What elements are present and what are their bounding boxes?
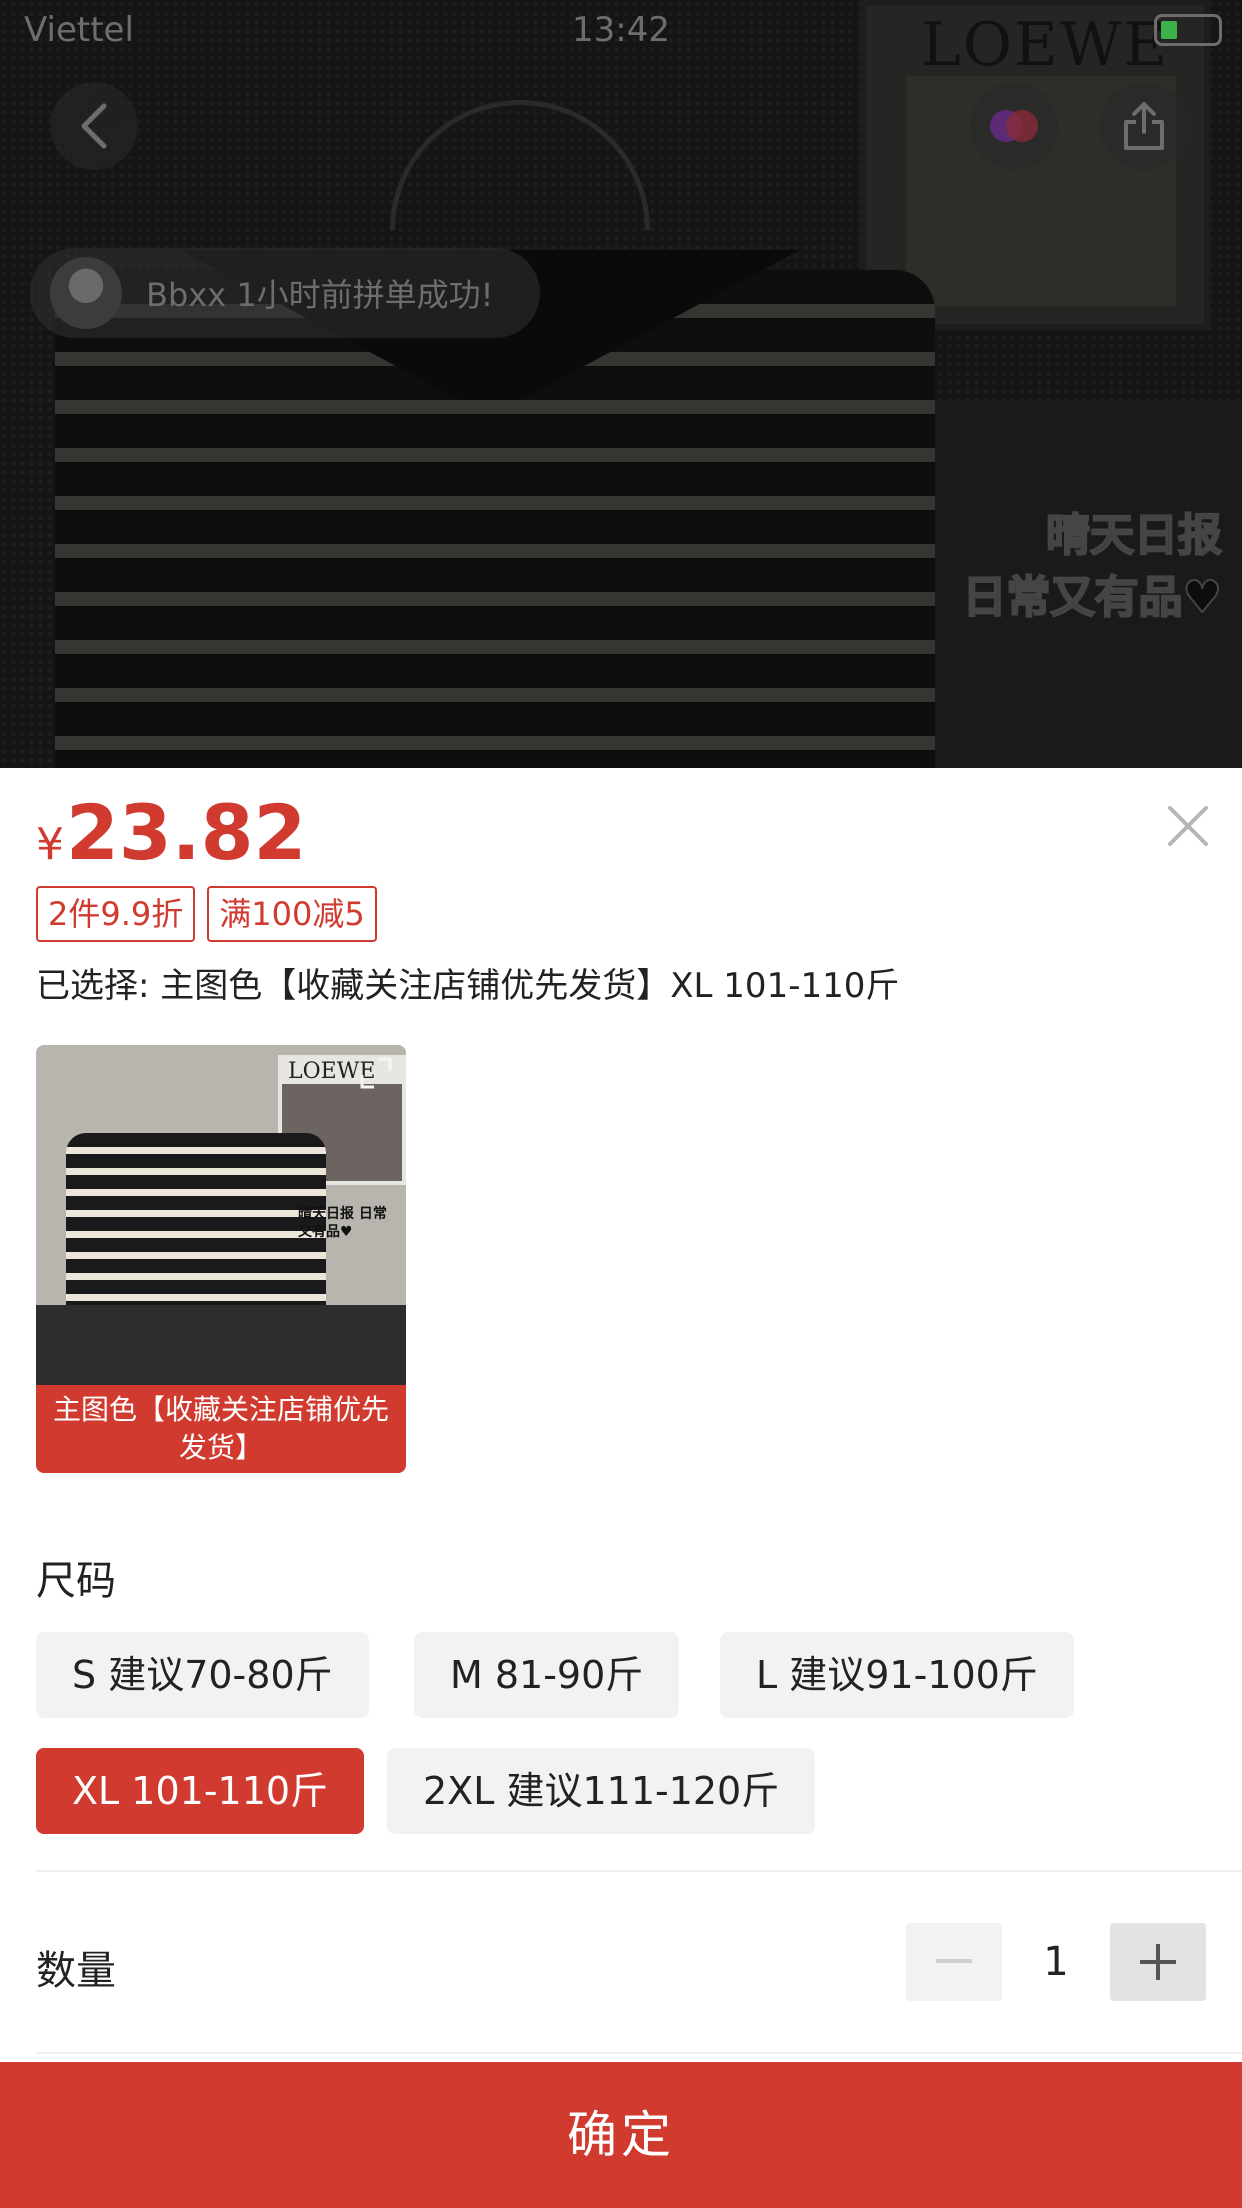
- close-icon: [1168, 806, 1208, 846]
- color-option-image: LOEWE 晴天日报 日常又有品♥: [36, 1045, 406, 1385]
- status-time: 13:42: [572, 10, 670, 50]
- divider: [36, 2052, 1242, 2054]
- minus-icon: [936, 1959, 972, 1963]
- toast-message: Bbxx 1小时前拼单成功!: [146, 276, 494, 314]
- price: ¥ 23.82: [36, 788, 306, 877]
- promo-tag: 满100减5: [207, 886, 377, 942]
- quantity-section-title: 数量: [36, 1948, 116, 1994]
- group-buy-toast: Bbxx 1小时前拼单成功!: [30, 248, 540, 338]
- status-bar: Viettel 13:42: [0, 0, 1242, 60]
- size-section-title: 尺码: [36, 1558, 116, 1604]
- size-option-l[interactable]: L 建议91-100斤: [720, 1632, 1074, 1718]
- quantity-decrease-button[interactable]: [906, 1923, 1002, 2001]
- promo-tags: 2件9.9折 满100减5: [36, 886, 377, 942]
- size-option-s[interactable]: S 建议70-80斤: [36, 1632, 369, 1718]
- promo-tag: 2件9.9折: [36, 886, 196, 942]
- quantity-increase-button[interactable]: [1110, 1923, 1206, 2001]
- price-currency: ¥: [36, 819, 64, 870]
- confirm-button[interactable]: 确定: [0, 2062, 1242, 2208]
- thumb-desk: [36, 1305, 406, 1385]
- multi-color-button[interactable]: [970, 82, 1058, 170]
- multi-color-icon: [990, 110, 1038, 142]
- plus-icon: [1140, 1944, 1176, 1980]
- divider: [36, 1870, 1242, 1872]
- size-option-2xl[interactable]: 2XL 建议111-120斤: [387, 1748, 816, 1834]
- close-button[interactable]: [1160, 798, 1216, 854]
- chevron-left-icon: [81, 103, 107, 149]
- share-button[interactable]: [1100, 82, 1188, 170]
- selected-sku-text: 已选择: 主图色【收藏关注店铺优先发货】XL 101-110斤: [36, 966, 900, 1006]
- price-value: 23.82: [66, 788, 307, 877]
- size-option-xl[interactable]: XL 101-110斤: [36, 1748, 365, 1834]
- expand-button[interactable]: [358, 1055, 394, 1091]
- avatar: [50, 257, 122, 329]
- sku-selection-sheet: ¥ 23.82 2件9.9折 满100减5 已选择: 主图色【收藏关注店铺优先发…: [0, 768, 1242, 2208]
- battery-icon: [1154, 14, 1222, 46]
- thumb-slogan: 晴天日报 日常又有品♥: [298, 1206, 387, 1240]
- size-option-m[interactable]: M 81-90斤: [414, 1632, 680, 1718]
- color-option-main[interactable]: LOEWE 晴天日报 日常又有品♥ 主图色【收藏关注店铺优先发货】: [36, 1045, 406, 1473]
- share-icon: [1124, 102, 1164, 150]
- color-option-label: 主图色【收藏关注店铺优先发货】: [36, 1385, 406, 1473]
- back-button[interactable]: [50, 82, 138, 170]
- quantity-value[interactable]: 1: [1010, 1923, 1102, 2001]
- expand-icon: [360, 1057, 392, 1089]
